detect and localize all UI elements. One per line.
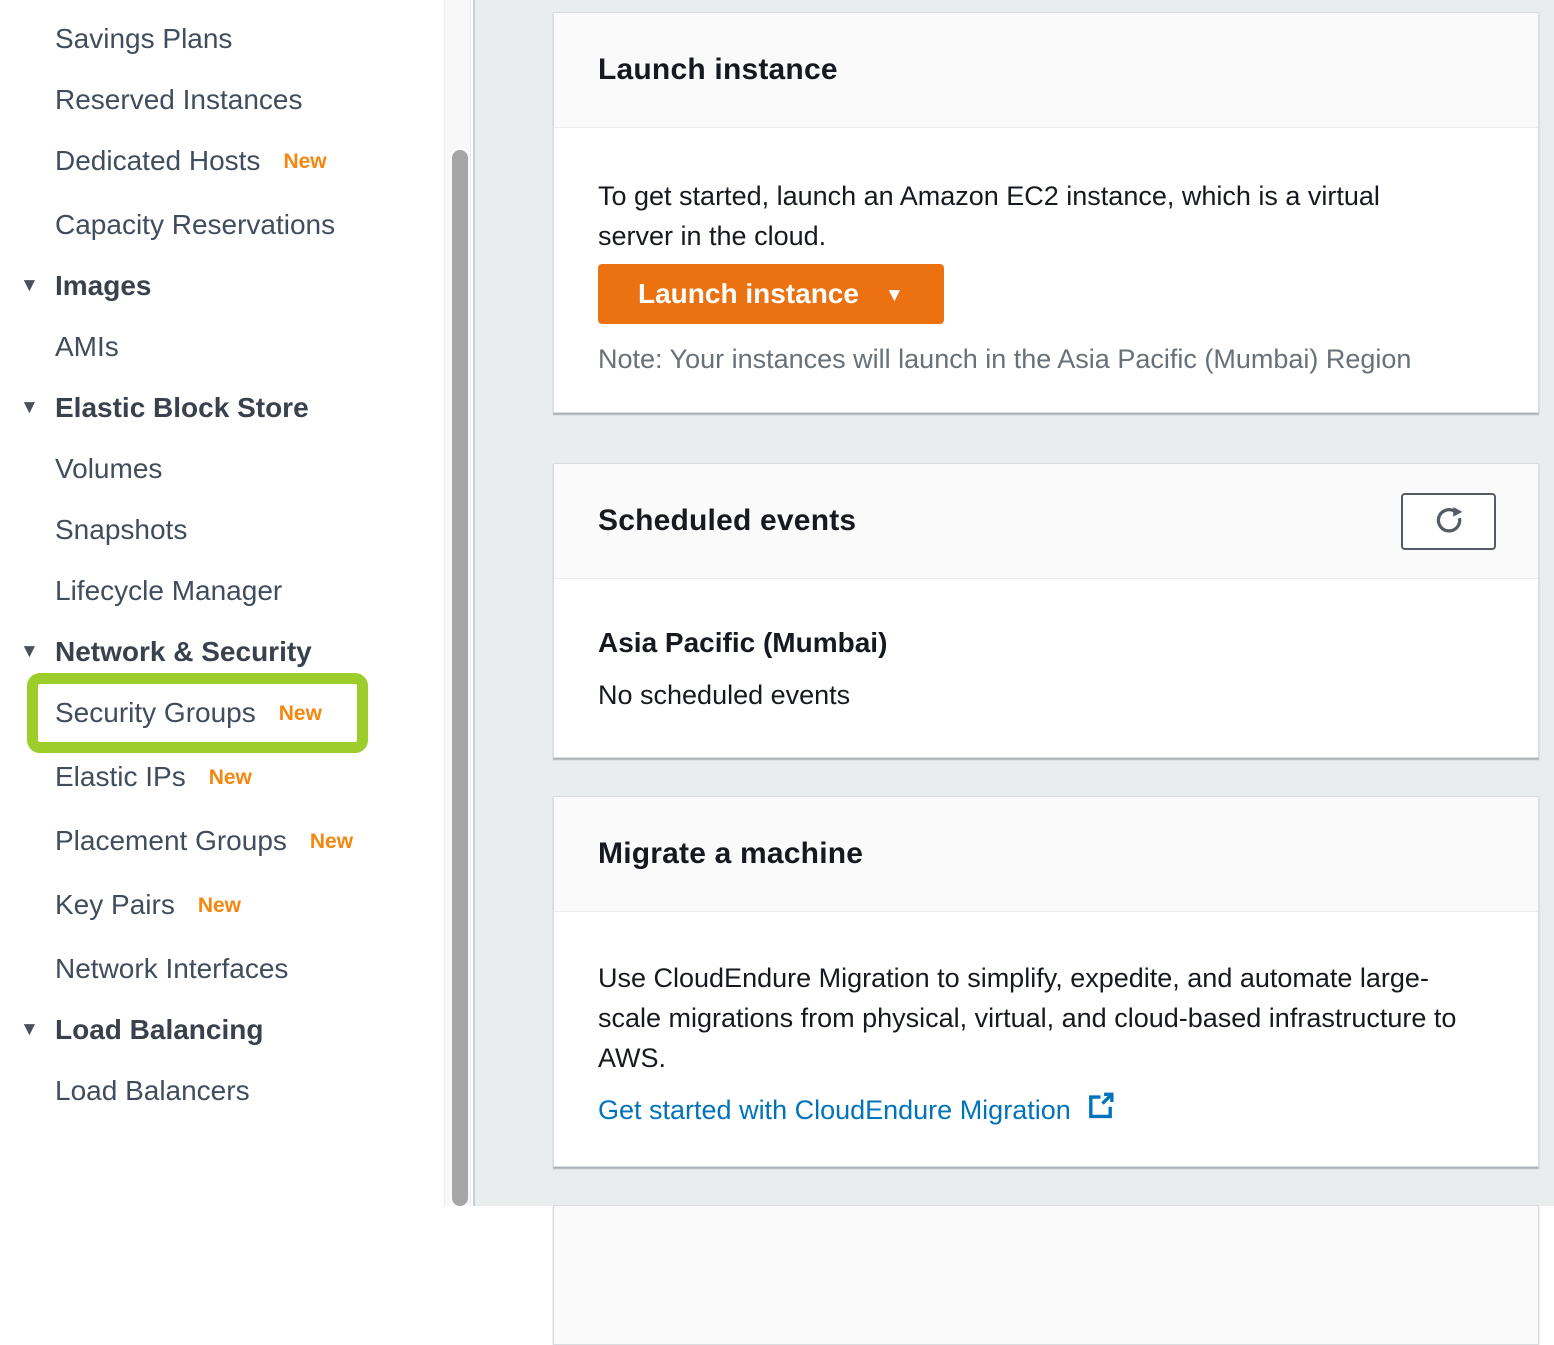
sidebar-section-label: Network & Security: [55, 636, 312, 667]
section-caret-icon: ▼: [20, 274, 39, 298]
scheduled-events-card-header: Scheduled events: [554, 464, 1538, 579]
sidebar-item-label: Savings Plans: [55, 23, 232, 54]
sidebar-section-elastic-block-store[interactable]: ▼ Elastic Block Store: [0, 391, 444, 425]
sidebar-section-images[interactable]: ▼ Images: [0, 269, 444, 303]
migrate-machine-description: Use CloudEndure Migration to simplify, e…: [598, 958, 1488, 1078]
cloudendure-migration-link-label: Get started with CloudEndure Migration: [598, 1092, 1071, 1128]
new-badge: New: [310, 825, 353, 859]
scheduled-events-status: No scheduled events: [598, 678, 1493, 712]
sidebar-item-placement-groups[interactable]: Placement Groups New: [0, 824, 444, 861]
migrate-machine-card-header: Migrate a machine: [554, 797, 1538, 912]
partially-visible-card: [553, 1205, 1539, 1345]
sidebar-item-capacity-reservations[interactable]: Capacity Reservations: [0, 208, 444, 242]
sidebar-item-label: Reserved Instances: [55, 84, 302, 115]
migrate-machine-card-title: Migrate a machine: [598, 837, 863, 871]
sidebar-scrollbar-thumb[interactable]: [452, 150, 468, 1206]
sidebar-item-load-balancers[interactable]: Load Balancers: [0, 1074, 444, 1108]
dropdown-caret-icon: ▼: [885, 286, 904, 305]
sidebar-section-load-balancing[interactable]: ▼ Load Balancing: [0, 1013, 444, 1047]
launch-instance-description: To get started, launch an Amazon EC2 ins…: [598, 176, 1443, 256]
region-name: Asia Pacific (Mumbai): [598, 626, 1493, 660]
scheduled-events-card: Scheduled events Asia Pacific (Mumbai) N…: [553, 463, 1539, 758]
launch-instance-card-title: Launch instance: [598, 53, 838, 87]
scheduled-events-card-body: Asia Pacific (Mumbai) No scheduled event…: [554, 579, 1538, 757]
sidebar-section-label: Elastic Block Store: [55, 392, 309, 423]
sidebar-item-label: Security Groups: [55, 697, 256, 728]
sidebar-item-key-pairs[interactable]: Key Pairs New: [0, 888, 444, 925]
new-badge: New: [209, 761, 252, 795]
sidebar-nav-list: Savings Plans Reserved Instances Dedicated…: [0, 22, 444, 1108]
launch-region-note: Note: Your instances will launch in the …: [598, 342, 1493, 376]
sidebar-item-snapshots[interactable]: Snapshots: [0, 513, 444, 547]
sidebar-item-label: Load Balancers: [55, 1075, 250, 1106]
sidebar-item-network-interfaces[interactable]: Network Interfaces: [0, 952, 444, 986]
new-badge: New: [283, 145, 326, 179]
sidebar-item-label: Network Interfaces: [55, 953, 288, 984]
refresh-icon: [1432, 503, 1466, 540]
sidebar-item-label: Dedicated Hosts: [55, 145, 260, 176]
main-content: Launch instance To get started, launch a…: [475, 0, 1554, 1206]
sidebar-section-network-security[interactable]: ▼ Network & Security: [0, 635, 444, 669]
sidebar-item-savings-plans[interactable]: Savings Plans: [0, 22, 444, 56]
sidebar-item-elastic-ips[interactable]: Elastic IPs New: [0, 760, 444, 797]
new-badge: New: [279, 697, 322, 731]
new-badge: New: [198, 889, 241, 923]
sidebar-item-label: Elastic IPs: [55, 761, 186, 792]
sidebar-item-label: Volumes: [55, 453, 162, 484]
launch-instance-button[interactable]: Launch instance ▼: [598, 264, 944, 324]
section-caret-icon: ▼: [20, 640, 39, 664]
sidebar-item-volumes[interactable]: Volumes: [0, 452, 444, 486]
migrate-machine-card-body: Use CloudEndure Migration to simplify, e…: [554, 912, 1538, 1166]
sidebar-item-label: Capacity Reservations: [55, 209, 335, 240]
launch-instance-card: Launch instance To get started, launch a…: [553, 12, 1539, 413]
sidebar-section-label: Images: [55, 270, 152, 301]
launch-instance-card-body: To get started, launch an Amazon EC2 ins…: [554, 128, 1538, 412]
migrate-machine-card: Migrate a machine Use CloudEndure Migrat…: [553, 796, 1539, 1167]
sidebar-section-label: Load Balancing: [55, 1014, 263, 1045]
sidebar-item-label: Snapshots: [55, 514, 187, 545]
sidebar-item-label: Placement Groups: [55, 825, 287, 856]
section-caret-icon: ▼: [20, 396, 39, 420]
sidebar-item-security-groups[interactable]: Security Groups New: [0, 696, 444, 733]
section-caret-icon: ▼: [20, 1018, 39, 1042]
scheduled-events-card-title: Scheduled events: [598, 504, 856, 538]
sidebar-item-label: Lifecycle Manager: [55, 575, 282, 606]
external-link-icon: [1085, 1090, 1116, 1130]
sidebar-item-dedicated-hosts[interactable]: Dedicated Hosts New: [0, 144, 444, 181]
sidebar-navigation: Savings Plans Reserved Instances Dedicated…: [0, 0, 444, 1206]
refresh-button[interactable]: [1401, 493, 1496, 550]
partially-visible-card-header: [554, 1206, 1538, 1344]
launch-instance-card-header: Launch instance: [554, 13, 1538, 128]
cloudendure-migration-link[interactable]: Get started with CloudEndure Migration: [598, 1090, 1116, 1130]
launch-instance-button-label: Launch instance: [638, 278, 859, 310]
sidebar-item-reserved-instances[interactable]: Reserved Instances: [0, 83, 444, 117]
sidebar-item-lifecycle-manager[interactable]: Lifecycle Manager: [0, 574, 444, 608]
sidebar-item-amis[interactable]: AMIs: [0, 330, 444, 364]
sidebar-item-label: Key Pairs: [55, 889, 175, 920]
sidebar-item-label: AMIs: [55, 331, 119, 362]
